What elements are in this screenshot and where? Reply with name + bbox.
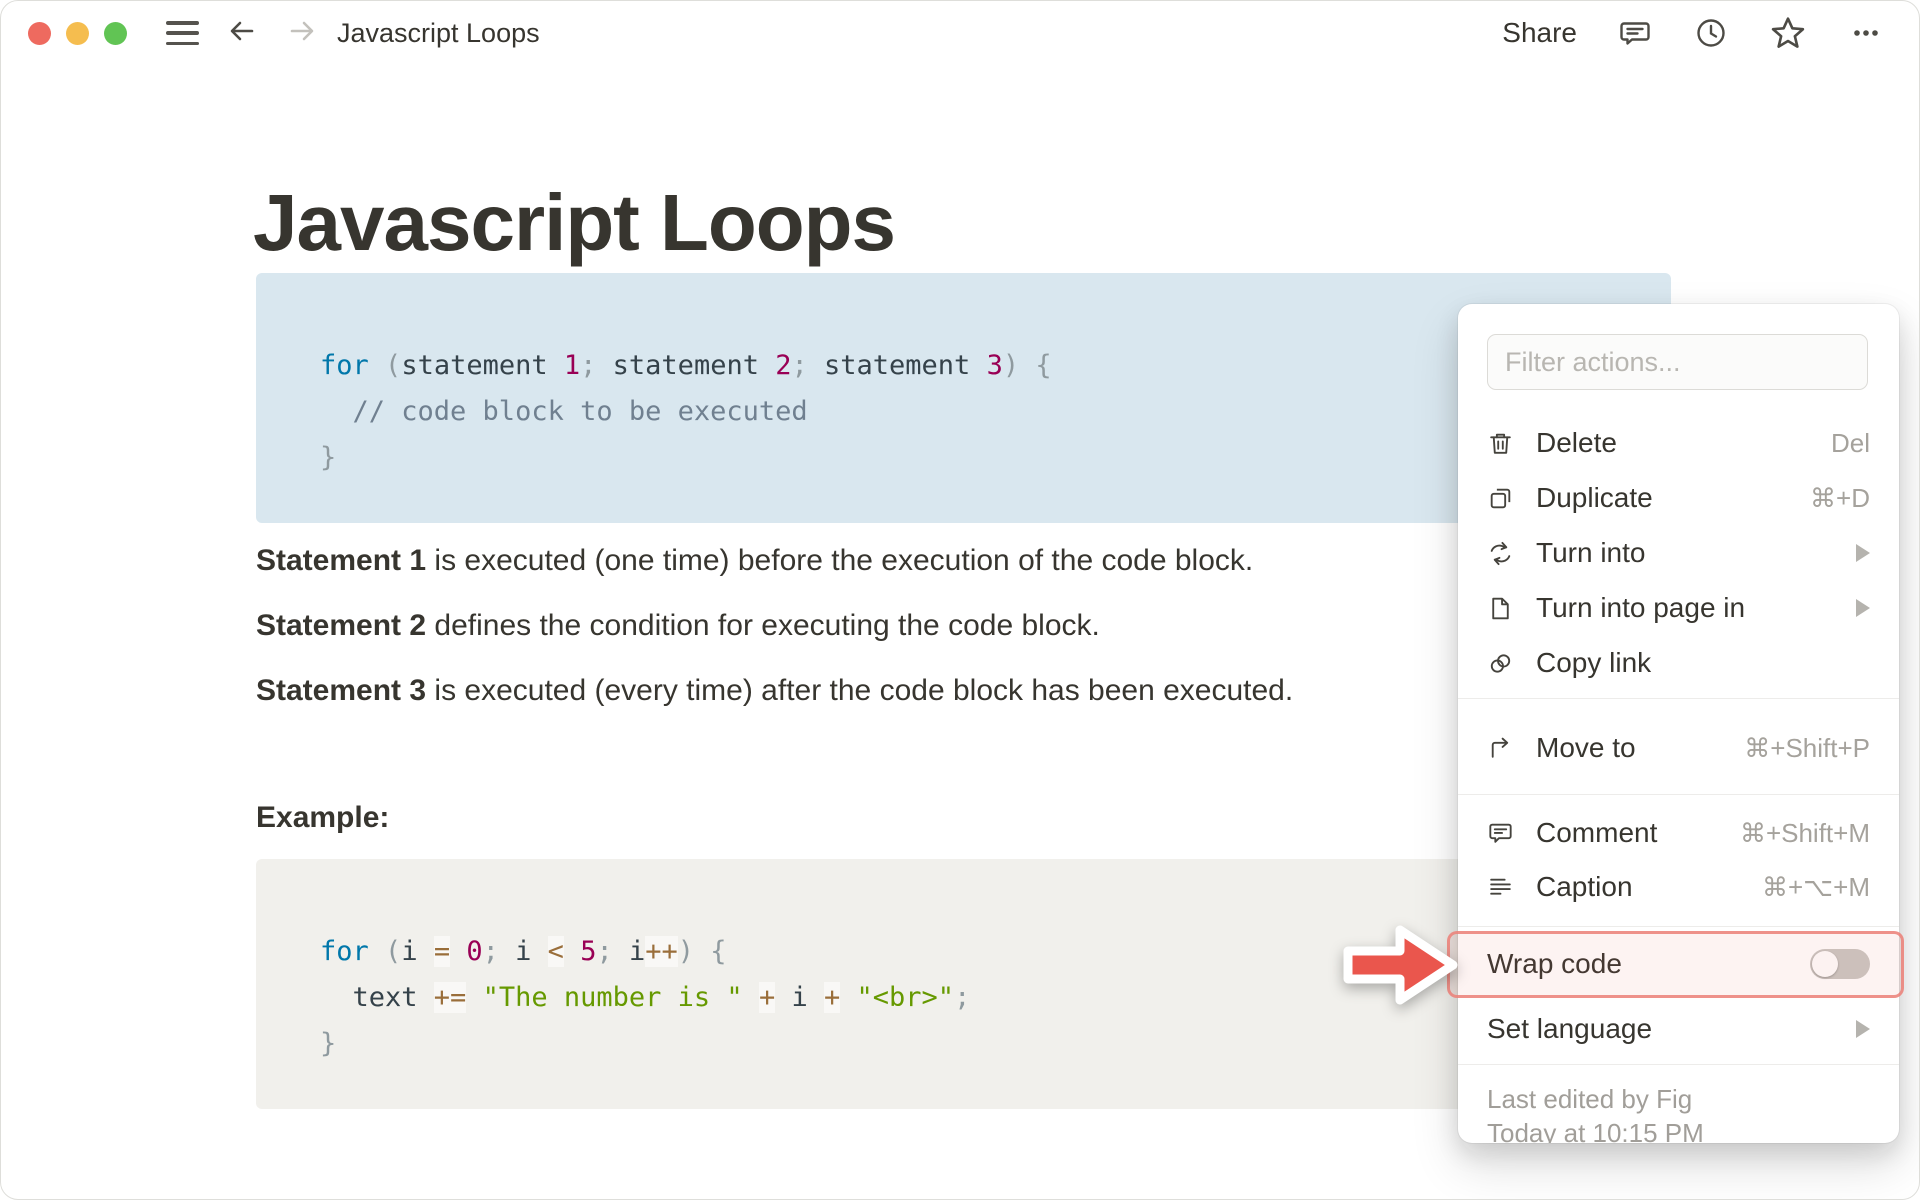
menu-item-delete[interactable]: Delete Del (1458, 416, 1899, 470)
more-options-icon[interactable] (1847, 14, 1885, 52)
zoom-window-button[interactable] (104, 21, 127, 45)
close-window-button[interactable] (28, 21, 51, 45)
menu-item-set-language[interactable]: Set language (1458, 1002, 1899, 1056)
paragraph-statement-3: Statement 3 is executed (every time) aft… (256, 674, 1294, 707)
example-label: Example: (256, 801, 390, 834)
menu-item-turn-into-page-in[interactable]: Turn into page in (1458, 581, 1899, 635)
toggle-knob (1812, 951, 1838, 977)
submenu-arrow-icon (1856, 599, 1870, 617)
filter-actions-input[interactable] (1487, 334, 1868, 390)
titlebar: Javascript Loops Share (1, 1, 1919, 65)
paragraph-statement-1: Statement 1 is executed (one time) befor… (256, 544, 1254, 577)
back-arrow-icon[interactable] (225, 14, 259, 53)
favorite-star-icon[interactable] (1769, 14, 1807, 52)
comments-icon[interactable] (1617, 15, 1653, 51)
menu-item-caption[interactable]: Caption ⌘+⌥+M (1458, 860, 1899, 914)
last-edited-time: Today at 10:15 PM (1487, 1118, 1704, 1143)
breadcrumb-page-title[interactable]: Javascript Loops (337, 18, 540, 49)
link-icon (1487, 650, 1514, 677)
minimize-window-button[interactable] (66, 21, 89, 45)
menu-divider (1458, 698, 1899, 699)
share-button[interactable]: Share (1502, 17, 1577, 49)
menu-item-comment[interactable]: Comment ⌘+Shift+M (1458, 806, 1899, 860)
wrap-code-toggle[interactable] (1810, 949, 1870, 979)
submenu-arrow-icon (1856, 1020, 1870, 1038)
comment-icon (1487, 820, 1514, 847)
menu-item-turn-into[interactable]: Turn into (1458, 526, 1899, 580)
menu-item-duplicate[interactable]: Duplicate ⌘+D (1458, 471, 1899, 525)
block-context-menu: Delete Del Duplicate ⌘+D Turn into Turn … (1458, 304, 1899, 1143)
sidebar-toggle-icon[interactable] (166, 21, 199, 45)
move-to-icon (1487, 735, 1514, 762)
paragraph-statement-2: Statement 2 defines the condition for ex… (256, 609, 1100, 642)
history-clock-icon[interactable] (1693, 15, 1729, 51)
page-icon (1487, 595, 1514, 622)
menu-item-move-to[interactable]: Move to ⌘+Shift+P (1458, 721, 1899, 775)
submenu-arrow-icon (1856, 544, 1870, 562)
forward-arrow-icon[interactable] (285, 14, 319, 53)
last-edited-by: Last edited by Fig (1487, 1084, 1693, 1114)
menu-divider (1458, 1064, 1899, 1065)
menu-item-wrap-code[interactable]: Wrap code (1458, 937, 1899, 991)
app-window: Javascript Loops Share Javascript Loops … (0, 0, 1920, 1200)
turn-into-icon (1487, 540, 1514, 567)
caption-icon (1487, 874, 1514, 901)
menu-divider (1458, 926, 1899, 927)
menu-divider (1458, 794, 1899, 795)
menu-item-copy-link[interactable]: Copy link (1458, 636, 1899, 690)
duplicate-icon (1487, 485, 1514, 512)
page-title: Javascript Loops (253, 177, 896, 267)
trash-icon (1487, 430, 1514, 457)
